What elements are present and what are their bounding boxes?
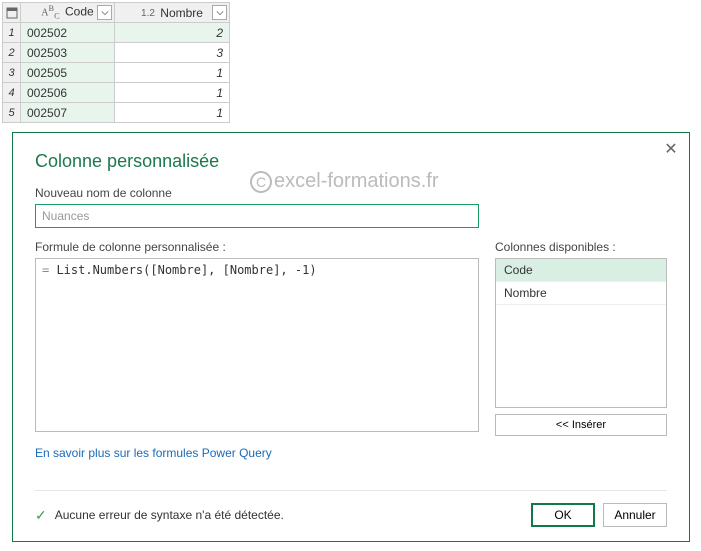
status-text: Aucune erreur de syntaxe n'a été détecté… xyxy=(55,508,284,522)
filter-dropdown-icon[interactable] xyxy=(212,5,227,20)
cell-nombre[interactable]: 2 xyxy=(115,23,230,43)
table-corner-icon[interactable] xyxy=(3,3,21,23)
cell-code[interactable]: 002505 xyxy=(21,63,115,83)
row-number: 1 xyxy=(3,23,21,43)
table-row[interactable]: 4 002506 1 xyxy=(3,83,230,103)
cell-nombre[interactable]: 3 xyxy=(115,43,230,63)
check-icon: ✓ xyxy=(35,507,47,524)
data-table-area: ABC Code 1.2 Nombre 1 002502 2 xyxy=(0,0,701,123)
new-column-label: Nouveau nom de colonne xyxy=(35,186,667,200)
row-number: 3 xyxy=(3,63,21,83)
learn-more-link[interactable]: En savoir plus sur les formules Power Qu… xyxy=(35,446,272,460)
custom-column-dialog: ✕ Colonne personnalisée Nouveau nom de c… xyxy=(12,132,690,542)
dialog-title: Colonne personnalisée xyxy=(35,151,667,172)
cell-nombre[interactable]: 1 xyxy=(115,103,230,123)
column-name: Nombre xyxy=(160,6,203,20)
available-columns-label: Colonnes disponibles : xyxy=(495,240,667,254)
type-text-icon: ABC xyxy=(41,4,59,20)
ok-button[interactable]: OK xyxy=(531,503,595,527)
column-header-nombre[interactable]: 1.2 Nombre xyxy=(115,3,230,23)
cell-nombre[interactable]: 1 xyxy=(115,63,230,83)
row-number: 2 xyxy=(3,43,21,63)
new-column-input[interactable] xyxy=(35,204,479,228)
table-row[interactable]: 3 002505 1 xyxy=(3,63,230,83)
cell-nombre[interactable]: 1 xyxy=(115,83,230,103)
type-number-icon: 1.2 xyxy=(141,8,155,19)
column-header-code[interactable]: ABC Code xyxy=(21,3,115,23)
formula-input[interactable]: = List.Numbers([Nombre], [Nombre], -1) xyxy=(35,258,479,432)
row-number: 5 xyxy=(3,103,21,123)
table-row[interactable]: 1 002502 2 xyxy=(3,23,230,43)
cell-code[interactable]: 002507 xyxy=(21,103,115,123)
filter-dropdown-icon[interactable] xyxy=(97,5,112,20)
table-row[interactable]: 2 002503 3 xyxy=(3,43,230,63)
insert-button[interactable]: << Insérer xyxy=(495,414,667,436)
cancel-button[interactable]: Annuler xyxy=(603,503,667,527)
close-icon[interactable]: ✕ xyxy=(661,139,681,159)
available-columns-list: Code Nombre xyxy=(495,258,667,408)
syntax-status: ✓ Aucune erreur de syntaxe n'a été détec… xyxy=(35,507,284,524)
cell-code[interactable]: 002503 xyxy=(21,43,115,63)
cell-code[interactable]: 002506 xyxy=(21,83,115,103)
formula-label: Formule de colonne personnalisée : xyxy=(35,240,479,254)
cell-code[interactable]: 002502 xyxy=(21,23,115,43)
available-column-item[interactable]: Nombre xyxy=(496,282,666,305)
data-table: ABC Code 1.2 Nombre 1 002502 2 xyxy=(2,2,230,123)
table-row[interactable]: 5 002507 1 xyxy=(3,103,230,123)
row-number: 4 xyxy=(3,83,21,103)
dialog-footer: ✓ Aucune erreur de syntaxe n'a été détec… xyxy=(35,490,667,527)
available-column-item[interactable]: Code xyxy=(496,259,666,282)
column-name: Code xyxy=(65,5,94,19)
